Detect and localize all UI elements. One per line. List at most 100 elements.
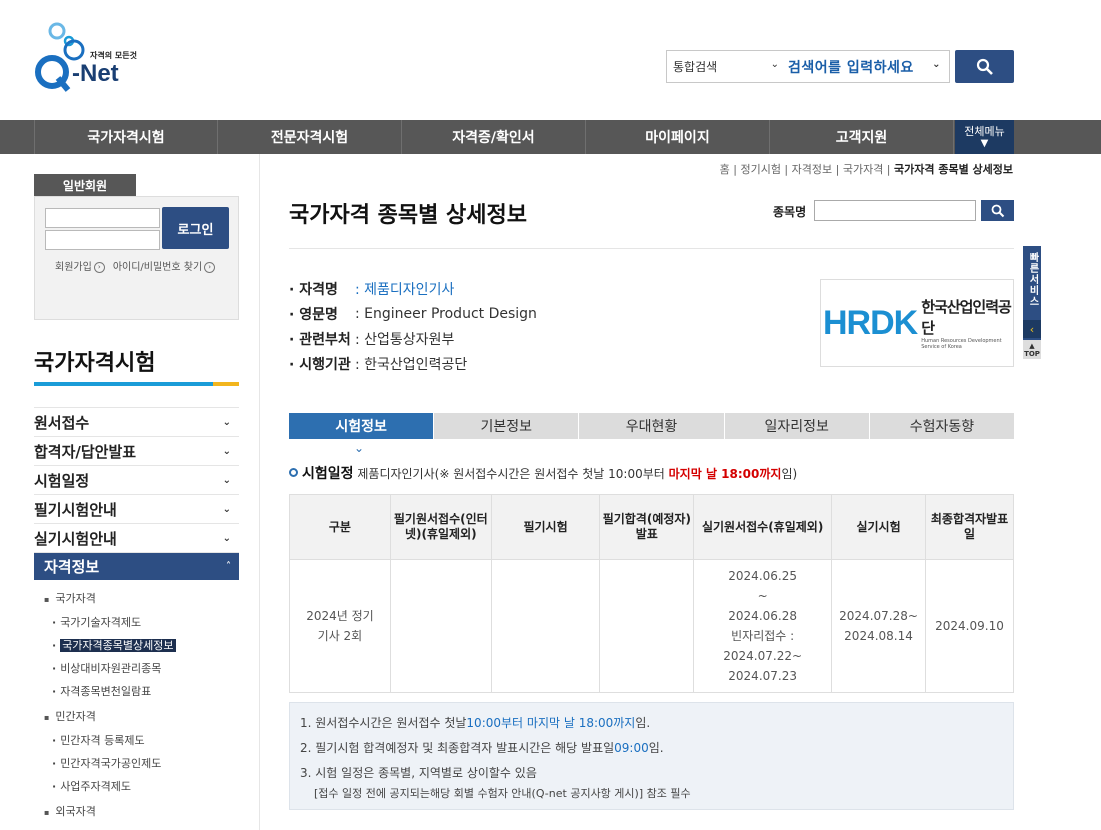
notice-item: 2. 필기시험 합격예정자 및 최종합격자 발표시간은 해당 발표일 09:00… <box>300 735 1003 760</box>
notice-text: 1. 원서접수시간은 원서접수 첫날 <box>300 716 467 730</box>
qnet-logo[interactable]: Q 자격의 모든것 -Net <box>30 20 150 100</box>
tab-jobs[interactable]: 일자리정보 <box>724 413 870 439</box>
submenu-private[interactable]: 민간자격 <box>44 708 95 724</box>
col-header: 실기시험 <box>831 494 927 560</box>
submenu-emergency[interactable]: 비상대비자원관리종목 <box>52 660 161 676</box>
submenu-national[interactable]: 국가자격 <box>44 590 95 606</box>
menu-schedule[interactable]: 시험일정 ⌄ <box>34 465 239 494</box>
tab-trends[interactable]: 수험자동향 <box>869 413 1015 439</box>
info-value: : Engineer Product Design <box>355 305 537 322</box>
search-placeholder: 검색어를 입력하세요 <box>788 59 914 76</box>
password-input[interactable] <box>45 230 160 250</box>
submenu-label: 사업주자격제도 <box>60 780 132 793</box>
top-button[interactable]: ▲ TOP <box>1023 340 1041 359</box>
lnb-title: 국가자격시험 <box>34 351 156 376</box>
find-account-link[interactable]: 아이디/비밀번호 찾기 › <box>113 258 216 273</box>
search-category-select[interactable]: 통합검색 ⌄ <box>667 51 785 82</box>
submenu-national-tech[interactable]: 국가기술자격제도 <box>52 614 141 630</box>
notice-highlight: 10:00부터 마지막 날 18:00까지 <box>466 716 636 730</box>
join-link[interactable]: 회원가입 › <box>55 258 105 273</box>
gnb-national-exam[interactable]: 국가자격시험 <box>34 120 218 154</box>
search-button[interactable] <box>955 50 1014 83</box>
cell-line: ~ <box>757 589 768 603</box>
submenu-employer[interactable]: 사업주자격제도 <box>52 778 131 794</box>
cell-line: 2024.08.14 <box>844 629 913 643</box>
cell-line: 2024.07.28~ <box>839 609 918 623</box>
schedule-note: (※ 원서접수시간은 원서접수 첫날 10:00부터 <box>434 467 669 481</box>
search-category-label: 통합검색 <box>673 60 718 74</box>
tab-basic-info[interactable]: 기본정보 <box>434 413 580 439</box>
chevron-down-icon: ⌄ <box>222 474 231 486</box>
gnb-support[interactable]: 고객지원 <box>770 120 954 154</box>
side-menu: 원서접수 ⌄ 합격자/답안발표 ⌄ 시험일정 ⌄ 필기시험안내 ⌄ 실기시험안내 ⌄ 자격… <box>34 407 239 580</box>
bullet-icon <box>289 468 298 477</box>
login-button[interactable]: 로그인 <box>162 207 229 249</box>
menu-written-exam[interactable]: 필기시험안내 ⌄ <box>34 494 239 523</box>
table-cell: 2024년 정기기사 2회 <box>289 559 391 693</box>
table-cell: 2024.07.28~ 2024.08.14 <box>831 559 927 693</box>
table-cell <box>490 559 601 693</box>
quick-service-label: 빠른서비스 <box>1027 252 1038 307</box>
table-cell: 2024.06.25 ~ 2024.06.28 빈자리접수 : 2024.07.… <box>693 559 833 693</box>
menu-results[interactable]: 합격자/답안발표 ⌄ <box>34 436 239 465</box>
hrdk-name-en: Human Resources Development Service of K… <box>921 338 1002 350</box>
schedule-note: 임) <box>781 467 798 481</box>
menu-application[interactable]: 원서접수 ⌄ <box>34 407 239 436</box>
notice-item: 1. 원서접수시간은 원서접수 첫날 10:00부터 마지막 날 18:00까지… <box>300 710 1003 735</box>
tab-exam-info[interactable]: 시험정보 <box>289 413 435 439</box>
info-row-ministry: · 관련부처: 산업통상자원부 <box>289 326 537 351</box>
notice-text: 임. <box>635 716 651 730</box>
join-label: 회원가입 <box>55 262 92 273</box>
breadcrumb-item[interactable]: 정기시험 <box>740 163 780 176</box>
logo-name: -Net <box>72 60 119 87</box>
info-row-agency: · 시행기관: 한국산업인력공단 <box>289 351 537 376</box>
cell-line: 빈자리접수 : <box>731 629 795 643</box>
chevron-left-icon[interactable]: ‹ <box>1023 320 1041 338</box>
all-menu-label: 전체메뉴 <box>964 125 1005 138</box>
breadcrumb-home[interactable]: 홈 <box>720 163 730 176</box>
submenu-history[interactable]: 자격종목변천일람표 <box>52 683 151 699</box>
tab-benefits[interactable]: 우대현황 <box>579 413 725 439</box>
top-label: TOP <box>1024 350 1040 358</box>
divider <box>289 248 1014 249</box>
chevron-down-icon: ⌄ <box>222 532 231 544</box>
submenu-label: 민간자격 등록제도 <box>60 734 145 747</box>
arrow-right-icon: › <box>204 261 216 273</box>
breadcrumb-item[interactable]: 국가자격 <box>843 163 883 176</box>
cell-line: 2024.06.25 <box>728 569 797 583</box>
breadcrumb-item[interactable]: 자격정보 <box>792 163 832 176</box>
info-key: · 자격명 <box>289 281 338 298</box>
chevron-down-icon: ▼ <box>980 138 989 149</box>
submenu-national-detail[interactable]: 국가자격종목별상세정보 <box>52 637 176 653</box>
schedule-title: 시험일정 <box>302 466 354 482</box>
gnb-professional-exam[interactable]: 전문자격시험 <box>218 120 402 154</box>
notice-subitem: [접수 일정 전에 공지되는해당 회별 수험자 안내(Q-net 공지사항 게시… <box>300 785 1003 801</box>
menu-label: 합격자/답안발표 <box>34 442 137 461</box>
id-input[interactable] <box>45 208 160 228</box>
member-tab[interactable]: 일반회원 <box>34 174 136 196</box>
info-value: : 제품디자인기사 <box>355 281 455 298</box>
menu-qualification-info[interactable]: 자격정보 ˄ <box>34 552 239 580</box>
search-input[interactable]: 검색어를 입력하세요 ⌄ <box>785 51 949 82</box>
submenu-label: 비상대비자원관리종목 <box>60 662 162 675</box>
submenu-private-official[interactable]: 민간자격국가공인제도 <box>52 755 161 771</box>
search-bar: 통합검색 ⌄ 검색어를 입력하세요 ⌄ <box>666 50 950 83</box>
gnb-mypage[interactable]: 마이페이지 <box>586 120 770 154</box>
gnb-certificate[interactable]: 자격증/확인서 <box>402 120 586 154</box>
menu-practical-exam[interactable]: 실기시험안내 ⌄ <box>34 523 239 552</box>
notice-text: [접수 일정 전에 공지되는해당 회별 수험자 안내(Q-net 공지사항 게시… <box>314 787 691 800</box>
chevron-down-icon[interactable]: ⌄ <box>932 59 941 70</box>
submenu-foreign[interactable]: 외국자격 <box>44 803 95 819</box>
col-header: 필기합격(예정자)발표 <box>599 494 695 560</box>
col-header: 필기시험 <box>490 494 601 560</box>
menu-label: 실기시험안내 <box>34 529 117 548</box>
item-search-button[interactable] <box>981 200 1014 221</box>
cell-line: 2024.07.23 <box>728 669 797 683</box>
info-row-name: · 자격명 : 제품디자인기사 <box>289 276 537 301</box>
menu-label: 원서접수 <box>34 413 90 432</box>
submenu-label: 자격종목변천일람표 <box>60 685 152 698</box>
all-menu-button[interactable]: 전체메뉴 ▼ <box>955 120 1014 154</box>
submenu-label: 국가기술자격제도 <box>60 616 142 629</box>
submenu-private-register[interactable]: 민간자격 등록제도 <box>52 732 145 748</box>
item-search-input[interactable] <box>814 200 976 221</box>
